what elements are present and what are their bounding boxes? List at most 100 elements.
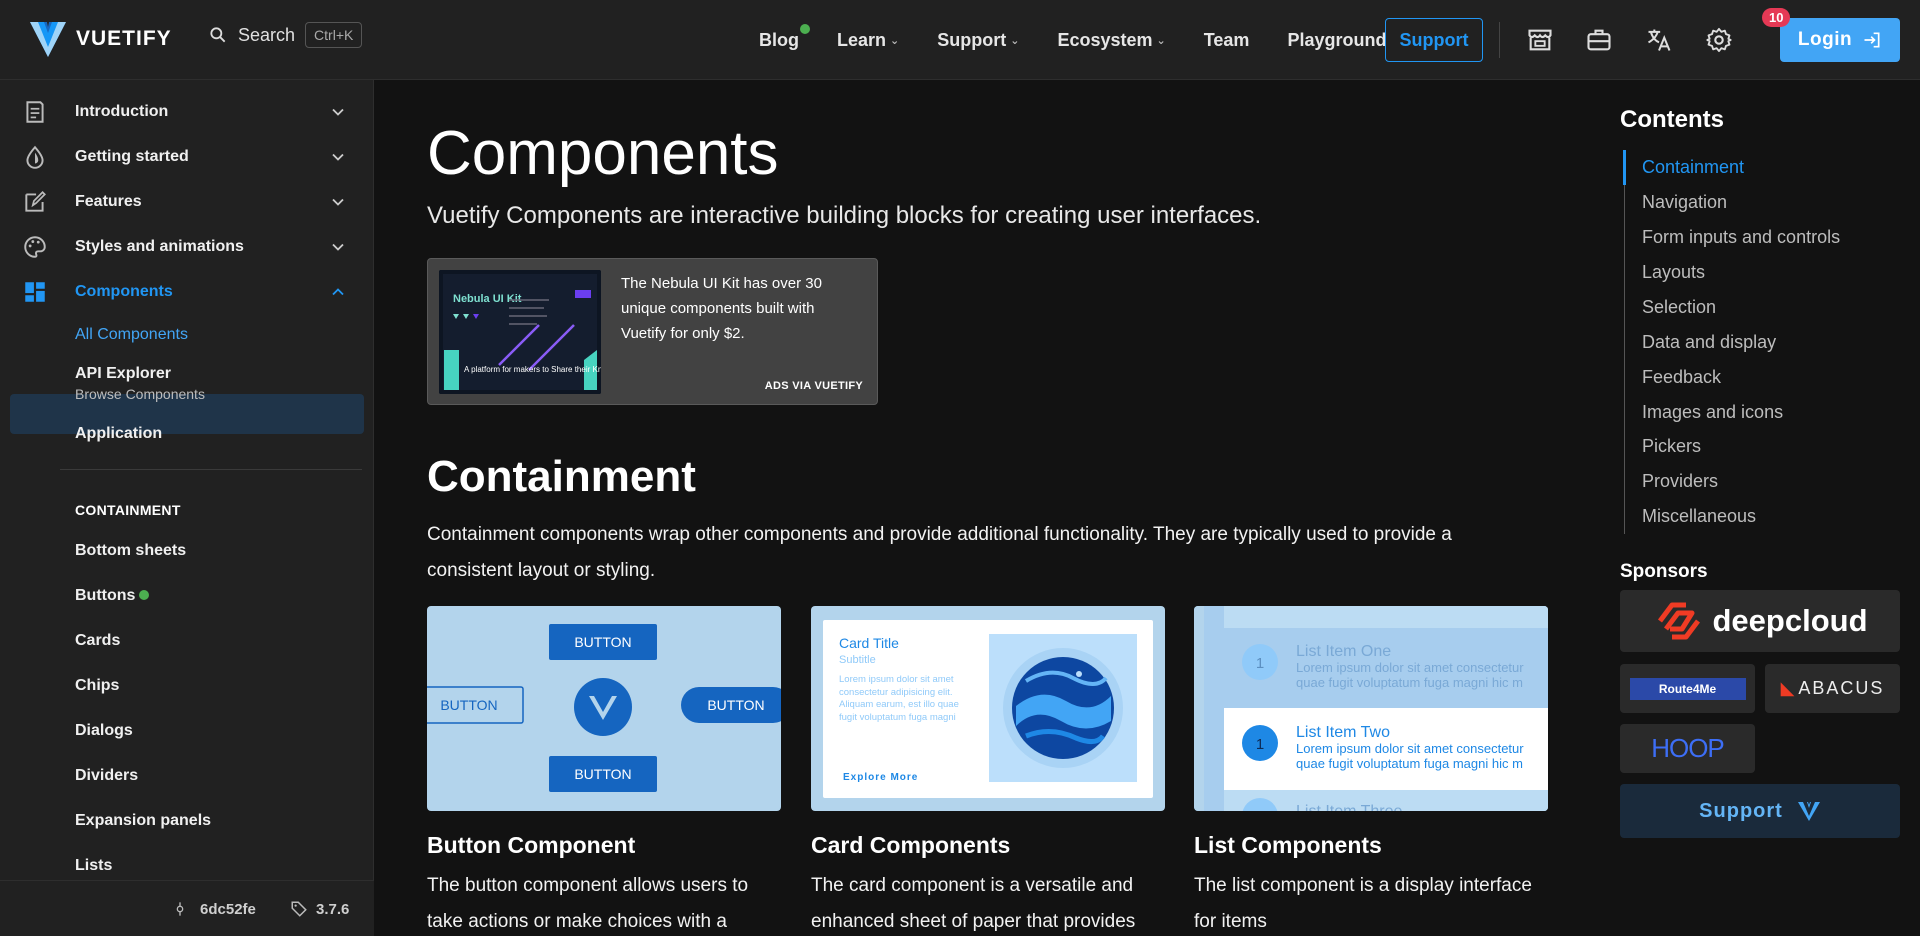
- toc-item-data-display[interactable]: Data and display: [1642, 332, 1776, 353]
- sidebar-item-buttons[interactable]: Buttons: [75, 587, 150, 605]
- sponsor-support-button[interactable]: Support: [1620, 784, 1900, 838]
- preview-list-body: quae fugit voluptatum fuga magni hic m: [1296, 675, 1523, 690]
- toc-item-containment[interactable]: Containment: [1642, 157, 1744, 178]
- preview-list-title: List Item Three: [1296, 803, 1403, 811]
- sidebar-item-styles[interactable]: Styles and animations: [0, 225, 374, 269]
- ad-image-caption: A platform for makers to Share their Kno…: [464, 365, 601, 374]
- card-title-button[interactable]: Button Component: [427, 832, 635, 859]
- preview-list-body: Lorem ipsum dolor sit amet consectetur: [1296, 660, 1524, 675]
- toc-item-providers[interactable]: Providers: [1642, 471, 1718, 492]
- briefcase-icon[interactable]: [1585, 26, 1613, 54]
- login-icon: [1864, 32, 1880, 48]
- commit-icon: [176, 902, 184, 916]
- toc-item-images-icons[interactable]: Images and icons: [1642, 402, 1783, 423]
- toc-item-feedback[interactable]: Feedback: [1642, 367, 1721, 388]
- sponsor-hoop-name: HOOP: [1651, 733, 1725, 763]
- card-title-card[interactable]: Card Components: [811, 832, 1010, 859]
- sidebar-item-components[interactable]: Components: [0, 270, 374, 314]
- sponsor-abacus[interactable]: ◣ ABACUS: [1765, 664, 1900, 713]
- preview-list-title: List Item Two: [1296, 724, 1390, 741]
- sidebar-label: Getting started: [75, 148, 189, 165]
- sidebar-footer: 6dc52fe 3.7.6: [0, 880, 374, 936]
- sidebar-sub-api-explorer[interactable]: API Explorer: [75, 365, 171, 383]
- nav-ecosystem-label: Ecosystem: [1057, 29, 1153, 50]
- sidebar-sub-all-components[interactable]: All Components: [75, 326, 188, 344]
- card-title-list[interactable]: List Components: [1194, 832, 1382, 859]
- sidebar-label: Introduction: [75, 103, 169, 120]
- commit-hash[interactable]: 6dc52fe: [200, 901, 256, 918]
- nav-ecosystem[interactable]: Ecosystem ⌄: [1038, 30, 1184, 51]
- sidebar-item-expansion-panels[interactable]: Expansion panels: [75, 812, 211, 830]
- sponsor-route4me[interactable]: Route4Me: [1620, 664, 1755, 713]
- login-button[interactable]: Login: [1780, 18, 1900, 62]
- ad-text: The Nebula UI Kit has over 30 unique com…: [621, 275, 822, 342]
- version-tag[interactable]: 3.7.6: [316, 901, 349, 918]
- preview-list-title: List Item One: [1296, 643, 1391, 660]
- preview-button-label: BUTTON: [574, 766, 631, 782]
- sidebar-item-buttons-label: Buttons: [75, 587, 136, 604]
- nav-blog[interactable]: Blog: [740, 23, 818, 51]
- sidebar-item-dividers[interactable]: Dividers: [75, 767, 138, 785]
- nav-support[interactable]: Support ⌄: [918, 30, 1038, 51]
- nav-learn-label: Learn: [837, 29, 887, 50]
- preview-card-body: Lorem ipsum dolor sit amet consectetur a…: [839, 674, 959, 723]
- sidebar-label: Features: [75, 193, 142, 210]
- sidebar-item-features[interactable]: Features: [0, 180, 374, 224]
- ad-image-title: Nebula UI Kit: [453, 293, 522, 305]
- nav-team-label: Team: [1203, 29, 1250, 50]
- main-nav: Blog Learn ⌄ Support ⌄ Ecosystem ⌄ Team Pla…: [740, 0, 1405, 80]
- sidebar-item-lists[interactable]: Lists: [75, 857, 112, 875]
- toc-item-navigation[interactable]: Navigation: [1642, 192, 1727, 213]
- list-preview-illustration: 1 List Item One Lorem ipsum dolor sit am…: [1194, 606, 1548, 811]
- button-component-preview[interactable]: BUTTON BUTTON BUTTON BUTTON: [427, 606, 781, 811]
- nav-learn[interactable]: Learn ⌄: [818, 30, 918, 51]
- nav-team[interactable]: Team: [1185, 30, 1269, 51]
- water-drop-icon: [26, 145, 44, 169]
- search-icon: [210, 27, 226, 43]
- preview-list-number: 1: [1256, 655, 1264, 672]
- toc-item-form-inputs[interactable]: Form inputs and controls: [1642, 227, 1840, 248]
- card-desc-list: The list component is a display interfac…: [1194, 875, 1532, 932]
- chevron-down-icon: [332, 243, 344, 251]
- sidebar-item-chips[interactable]: Chips: [75, 677, 119, 695]
- sidebar-item-cards[interactable]: Cards: [75, 632, 120, 650]
- vuetify-logo[interactable]: VUETIFY: [28, 19, 172, 59]
- sponsor-deepcloud[interactable]: deepcloud: [1620, 590, 1900, 652]
- sidebar-sub-application[interactable]: Application: [75, 425, 162, 443]
- section-title-containment: Containment: [427, 452, 696, 501]
- sidebar-divider: [60, 469, 362, 470]
- chevron-down-icon: [332, 153, 344, 161]
- sponsor-hoop[interactable]: HOOP: [1620, 724, 1755, 773]
- vuetify-small-icon: [1797, 802, 1820, 821]
- button-preview-illustration: BUTTON BUTTON BUTTON BUTTON: [427, 624, 781, 792]
- translate-icon[interactable]: [1645, 26, 1673, 54]
- ads-via-label[interactable]: ADS VIA VUETIFY: [765, 380, 863, 392]
- toc-item-miscellaneous[interactable]: Miscellaneous: [1642, 506, 1756, 527]
- sidebar-item-introduction[interactable]: Introduction: [0, 90, 374, 134]
- preview-button-label: BUTTON: [440, 697, 497, 713]
- search-shortcut: Ctrl+K: [305, 22, 363, 48]
- nav-playground-label: Playground: [1287, 29, 1387, 50]
- list-component-preview[interactable]: 1 List Item One Lorem ipsum dolor sit am…: [1194, 606, 1548, 811]
- toc-item-layouts[interactable]: Layouts: [1642, 262, 1705, 283]
- search-button[interactable]: Search Ctrl+K: [208, 22, 363, 48]
- sidebar-label: Styles and animations: [75, 238, 244, 255]
- login-label: Login: [1797, 29, 1853, 50]
- sidebar-label: Components: [75, 283, 173, 300]
- chevron-down-icon: [332, 198, 344, 206]
- sidebar-sub-api-explorer-caption: Browse Components: [75, 386, 205, 402]
- support-button[interactable]: Support: [1385, 18, 1483, 62]
- preview-card-action: Explore More: [843, 772, 918, 783]
- preview-button-label: BUTTON: [707, 697, 764, 713]
- sidebar-item-bottom-sheets[interactable]: Bottom sheets: [75, 542, 186, 560]
- nav-blog-label: Blog: [759, 29, 799, 50]
- sidebar-item-dialogs[interactable]: Dialogs: [75, 722, 133, 740]
- toc-item-selection[interactable]: Selection: [1642, 297, 1716, 318]
- store-icon[interactable]: [1526, 26, 1554, 54]
- document-icon: [26, 101, 44, 123]
- card-component-preview[interactable]: Card Title Subtitle Lorem ipsum dolor si…: [811, 606, 1165, 811]
- toc-item-pickers[interactable]: Pickers: [1642, 436, 1701, 457]
- settings-gear-icon[interactable]: [1705, 26, 1733, 54]
- promo-ad[interactable]: Nebula UI Kit A platform for makers to S…: [427, 258, 878, 405]
- sidebar-item-getting-started[interactable]: Getting started: [0, 135, 374, 179]
